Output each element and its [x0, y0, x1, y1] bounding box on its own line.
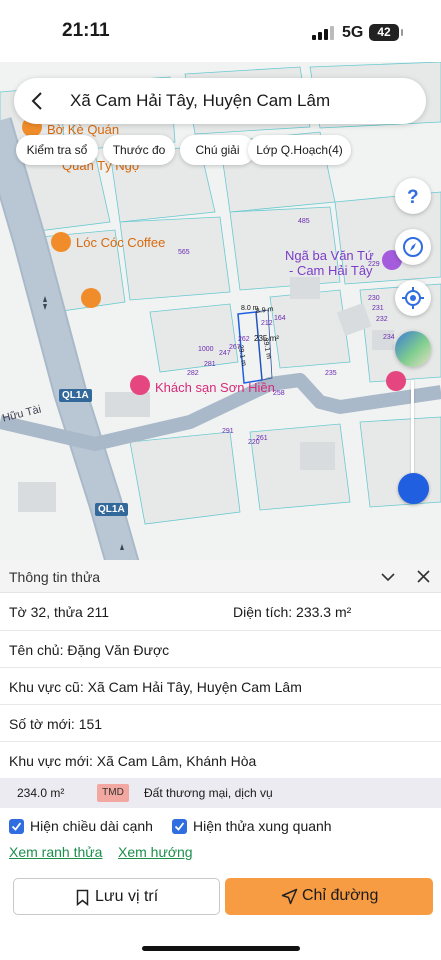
parcel-number: 262	[238, 336, 250, 343]
view-boundary-link[interactable]: Xem ranh thửa	[9, 844, 102, 860]
chip-thuoc-do[interactable]: Thước đo	[103, 135, 175, 165]
save-location-label: Lưu vị trí	[95, 888, 159, 905]
compass-button[interactable]	[395, 229, 431, 265]
show-neighbors-label[interactable]: Hiện thửa xung quanh	[193, 818, 332, 834]
hotel-pin-icon[interactable]	[386, 371, 406, 391]
status-bar: 21:11 5G 42	[0, 0, 441, 62]
show-edges-checkbox[interactable]	[9, 819, 24, 834]
save-location-button[interactable]: Lưu vị trí	[13, 878, 220, 915]
parcel-number: 247	[219, 350, 231, 357]
show-edges-label[interactable]: Hiện chiều dài cạnh	[30, 818, 153, 834]
parcel-id-row: Tờ 32, thửa 211 Diện tích: 233.3 m²	[0, 593, 441, 631]
coffee-pin-icon[interactable]	[51, 232, 71, 252]
land-code-badge: TMD	[97, 784, 129, 802]
sheet-title: Thông tin thửa	[9, 569, 101, 585]
poi-loc-coc-coffee[interactable]: Lóc Cóc Coffee	[76, 235, 165, 250]
show-neighbors-checkbox[interactable]	[172, 819, 187, 834]
directions-label: Chỉ đường	[302, 887, 379, 904]
old-region: Khu vực cũ: Xã Cam Hải Tây, Huyện Cam Lâ…	[9, 679, 302, 695]
parcel-number: 229	[368, 261, 380, 268]
opacity-slider-knob[interactable]	[398, 473, 429, 504]
poi-khach-san-son-hien[interactable]: Khách sạn Sơn Hiền	[155, 380, 275, 395]
sheet-header: Thông tin thửa	[0, 560, 441, 593]
new-sheet-number: Số tờ mới: 151	[9, 716, 103, 732]
parcel-number: 235	[325, 370, 337, 377]
parcel-number: 1000	[198, 346, 214, 353]
road-label-ql1a: QL1A	[59, 389, 92, 402]
parcel-number: 565	[178, 249, 190, 256]
bookmark-icon	[76, 889, 89, 906]
check-icon	[11, 822, 22, 831]
crosshair-icon	[402, 287, 424, 309]
battery-icon: 42	[369, 24, 403, 41]
poi-nga-ba-line1[interactable]: Ngã ba Văn Tứ	[285, 248, 374, 263]
parcel-number: 230	[368, 295, 380, 302]
directions-button[interactable]: Chỉ đường	[225, 878, 433, 915]
search-bar[interactable]: Xã Cam Hải Tây, Huyện Cam Lâm	[14, 78, 426, 124]
parcel-number: 485	[298, 218, 310, 225]
parcel-number: 258	[273, 390, 285, 397]
locate-me-button[interactable]	[395, 280, 431, 316]
new-sheet-row: Số tờ mới: 151	[0, 705, 441, 742]
old-region-row: Khu vực cũ: Xã Cam Hải Tây, Huyện Cam Lâ…	[0, 668, 441, 705]
coffee-pin-icon[interactable]	[81, 288, 101, 308]
navigation-arrow-icon	[281, 888, 298, 905]
sheet-parcel: Tờ 32, thửa 211	[9, 604, 110, 620]
poi-nga-ba-line2[interactable]: - Cam Hải Tây	[289, 263, 373, 278]
land-type: Đất thương mại, dịch vụ	[144, 786, 273, 800]
check-icon	[174, 822, 185, 831]
road-label-ql1a: QL1A	[95, 503, 128, 516]
compass-icon	[403, 237, 423, 257]
land-area: 234.0 m²	[17, 786, 65, 800]
network-type: 5G	[342, 24, 364, 41]
map-layer-toggle[interactable]	[395, 331, 431, 367]
parcel-info-sheet: Thông tin thửa Tờ 32, thửa 211 Diện tích…	[0, 560, 441, 960]
parcel-number: 231	[372, 305, 384, 312]
parcel-number: 232	[376, 316, 388, 323]
question-icon: ?	[407, 187, 419, 208]
svg-text:?: ?	[407, 187, 419, 208]
owner-row: Tên chủ: Đặng Văn Được	[0, 631, 441, 668]
new-region-row: Khu vực mới: Xã Cam Lâm, Khánh Hòa	[0, 742, 441, 778]
opacity-slider-track[interactable]	[411, 380, 414, 486]
chevron-down-icon[interactable]	[380, 569, 396, 585]
back-arrow-icon[interactable]	[28, 90, 48, 112]
close-icon[interactable]	[417, 570, 430, 583]
parcel-number: 261	[256, 435, 268, 442]
chip-chu-giai[interactable]: Chú giải	[180, 135, 255, 165]
parcel-number: 291	[222, 428, 234, 435]
hotel-pin-icon[interactable]	[130, 375, 150, 395]
parcel-number: 234	[383, 334, 395, 341]
signal-icon	[312, 26, 334, 40]
status-time: 21:11	[62, 20, 110, 41]
new-region: Khu vực mới: Xã Cam Lâm, Khánh Hòa	[9, 753, 257, 769]
land-use-row: 234.0 m² TMD Đất thương mại, dịch vụ	[0, 778, 441, 808]
home-indicator	[142, 946, 300, 951]
owner-name: Tên chủ: Đặng Văn Được	[9, 642, 170, 658]
help-button[interactable]: ?	[395, 178, 431, 214]
parcel-number: 164	[274, 315, 286, 322]
parcel-number: 212	[261, 320, 273, 327]
view-direction-link[interactable]: Xem hướng	[118, 844, 193, 860]
location-title: Xã Cam Hải Tây, Huyện Cam Lâm	[70, 91, 331, 110]
parcel-number: 281	[204, 361, 216, 368]
parcel-area: Diện tích: 233.3 m²	[233, 604, 352, 620]
chip-kiem-tra-so[interactable]: Kiểm tra sổ	[16, 135, 98, 165]
parcel-number: 282	[187, 370, 199, 377]
chip-lop-quy-hoach[interactable]: Lớp Q.Hoạch(4)	[248, 135, 351, 165]
